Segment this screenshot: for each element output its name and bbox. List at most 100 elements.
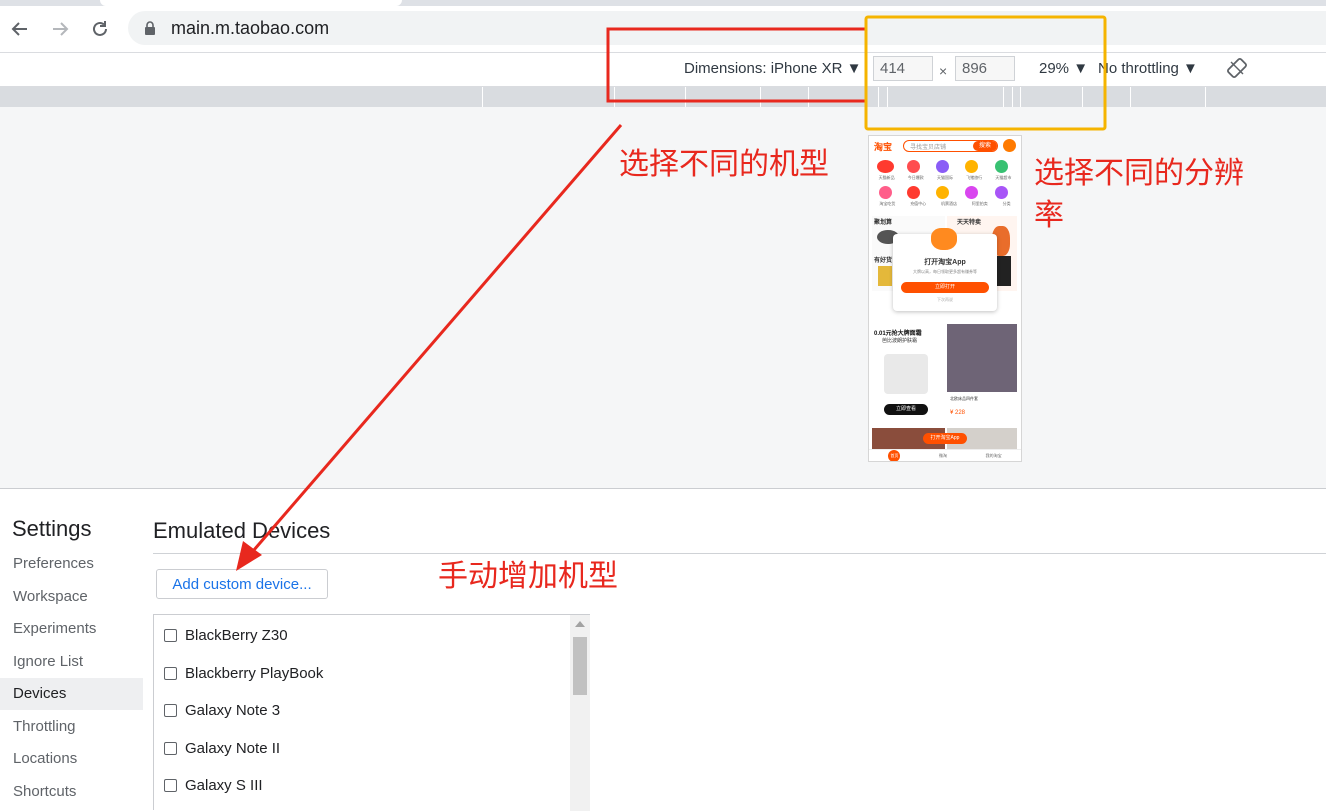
ruler-tick [808,87,809,107]
recharge-icon[interactable] [907,186,920,199]
card1-cta-button[interactable]: 立即查看 [884,404,928,415]
device-checkbox[interactable] [164,666,177,680]
card2-title: 北欧床品四件套 [950,396,978,401]
nav-throttling[interactable]: Throttling [0,711,143,743]
zoom-dropdown[interactable]: 29% ▼ [1039,60,1088,77]
height-input[interactable]: 896 [955,56,1015,81]
tab-weitao[interactable]: 微淘 [939,453,947,459]
juhuasuan-label: 聚划算 [874,220,893,226]
product-card-2[interactable]: 北欧床品四件套 ¥ 228 [947,324,1017,424]
supermarket-icon[interactable] [995,160,1008,173]
nav-ignore-list[interactable]: Ignore List [0,646,143,678]
icon-row-2-labels: 淘宝吃货 充值中心 机票酒店 阿里拍卖 分类 [872,201,1018,207]
device-label: BlackBerry Z30 [185,626,288,644]
lock-icon[interactable] [144,21,156,40]
device-label: Blackberry PlayBook [185,664,324,682]
phone-search-box[interactable]: 寻找宝贝店铺 搜索 [903,140,998,152]
hot-icon[interactable] [907,160,920,173]
url-text: main.m.taobao.com [171,18,330,38]
icon-label: 天猫国际 [936,175,953,180]
phone-preview[interactable]: 淘宝 寻找宝贝店铺 搜索 天猫新品 今日爆款 天猫国际 飞猪旅行 天猫超市 淘宝… [868,135,1022,462]
ruler-tick [685,87,686,107]
device-toolbar: Dimensions: iPhone XR ▼ 414 × 896 29% ▼ … [0,53,1326,87]
tiantian-label: 天天特卖 [957,220,982,226]
rotate-icon[interactable] [1226,57,1248,79]
width-input[interactable]: 414 [873,56,933,81]
food-icon[interactable] [879,186,892,199]
list-item[interactable]: Galaxy Note II [164,737,280,759]
throttling-dropdown[interactable]: No throttling ▼ [1098,60,1198,77]
list-item[interactable]: Blackberry PlayBook [164,662,323,684]
icon-label: 分类 [1002,201,1011,206]
icon-label: 天猫超市 [995,175,1012,180]
auction-icon[interactable] [965,186,978,199]
media-query-ruler[interactable] [0,87,1326,107]
device-checkbox[interactable] [164,703,177,717]
ruler-tick [614,87,615,107]
scroll-thumb[interactable] [573,637,587,695]
product-card-1[interactable]: 0.01元抢大牌面霜 芭比波朗护肤霜 立即查看 [872,324,945,424]
icon-label: 阿里拍卖 [971,201,988,206]
annotation-resolution-line1: 选择不同的分辨 [1034,156,1244,191]
device-checkbox[interactable] [164,741,177,755]
device-list-scrollbar[interactable] [570,615,590,811]
phone-icon-row-1: 天猫新品 今日爆款 天猫国际 飞猪旅行 天猫超市 [872,160,1018,184]
device-label: Galaxy Note II [185,739,281,757]
phone-icon-row-2: 淘宝吃货 充值中心 机票酒店 阿里拍卖 分类 [872,186,1018,210]
device-label: Galaxy Note 3 [185,701,281,719]
float-open-app-button[interactable]: 打开淘宝App [923,433,967,444]
icon-label: 飞猪旅行 [966,175,983,180]
forward-arrow-icon[interactable] [46,15,74,43]
annotation-model: 选择不同的机型 [619,147,829,182]
open-app-popup: 打开淘宝App 大牌以高，每日领取更多超有赚券等 立即打开 下次再说 [893,228,997,311]
scroll-up-icon[interactable] [575,621,585,627]
nav-locations[interactable]: Locations [0,743,143,775]
ruler-tick [887,87,888,107]
youhaohuo-label: 有好货 [874,258,893,264]
browser-toolbar: main.m.taobao.com [0,6,1326,53]
tmall-icon[interactable] [877,160,894,173]
nav-preferences[interactable]: Preferences [0,548,143,580]
phone-search-button[interactable]: 搜索 [973,141,997,151]
category-icon[interactable] [995,186,1008,199]
popup-title: 打开淘宝App [924,259,966,266]
flight-icon[interactable] [936,186,949,199]
ruler-tick [1082,87,1083,107]
arrow-head-icon [236,541,262,571]
mascot-icon [931,228,957,250]
user-avatar-icon[interactable] [1003,139,1016,152]
popup-skip-link[interactable]: 下次再说 [893,297,997,303]
dimensions-dropdown[interactable]: Dimensions: iPhone XR ▼ [684,60,861,77]
tab-home[interactable]: 首页 [888,450,901,461]
ruler-tick [1205,87,1206,107]
address-bar[interactable]: main.m.taobao.com [128,11,1326,45]
popup-open-button[interactable]: 立即打开 [901,282,989,293]
nav-shortcuts[interactable]: Shortcuts [0,776,143,808]
add-custom-device-button[interactable]: Add custom device... [156,569,328,599]
device-checkbox[interactable] [164,778,177,792]
back-arrow-icon[interactable] [6,15,34,43]
annotation-resolution-line2: 率 [1034,198,1064,233]
nav-workspace[interactable]: Workspace [0,581,143,613]
tab-my-taobao[interactable]: 我的淘宝 [986,453,1002,459]
icon-label: 机票酒店 [940,201,957,206]
panel-divider [153,553,1326,554]
ruler-tick [878,87,879,107]
device-checkbox[interactable] [164,628,177,642]
list-item[interactable]: Galaxy S III [164,774,263,796]
nav-devices[interactable]: Devices [0,678,143,710]
ruler-tick [760,87,761,107]
reload-icon[interactable] [86,15,114,43]
annotation-add-device: 手动增加机型 [438,559,618,594]
list-item[interactable]: Galaxy Note 3 [164,699,280,721]
nav-experiments[interactable]: Experiments [0,613,143,645]
phone-tabbar: 首页 微淘 我的淘宝 [869,449,1021,461]
popup-subtitle: 大牌以高，每日领取更多超有赚券等 [913,269,977,274]
travel-icon[interactable] [965,160,978,173]
icon-row-1-labels: 天猫新品 今日爆款 天猫国际 飞猪旅行 天猫超市 [872,175,1018,181]
ruler-tick [1003,87,1004,107]
icon-label: 今日爆款 [907,175,924,180]
card1-subtitle: 芭比波朗护肤霜 [882,338,918,344]
list-item[interactable]: BlackBerry Z30 [164,624,288,646]
global-icon[interactable] [936,160,949,173]
